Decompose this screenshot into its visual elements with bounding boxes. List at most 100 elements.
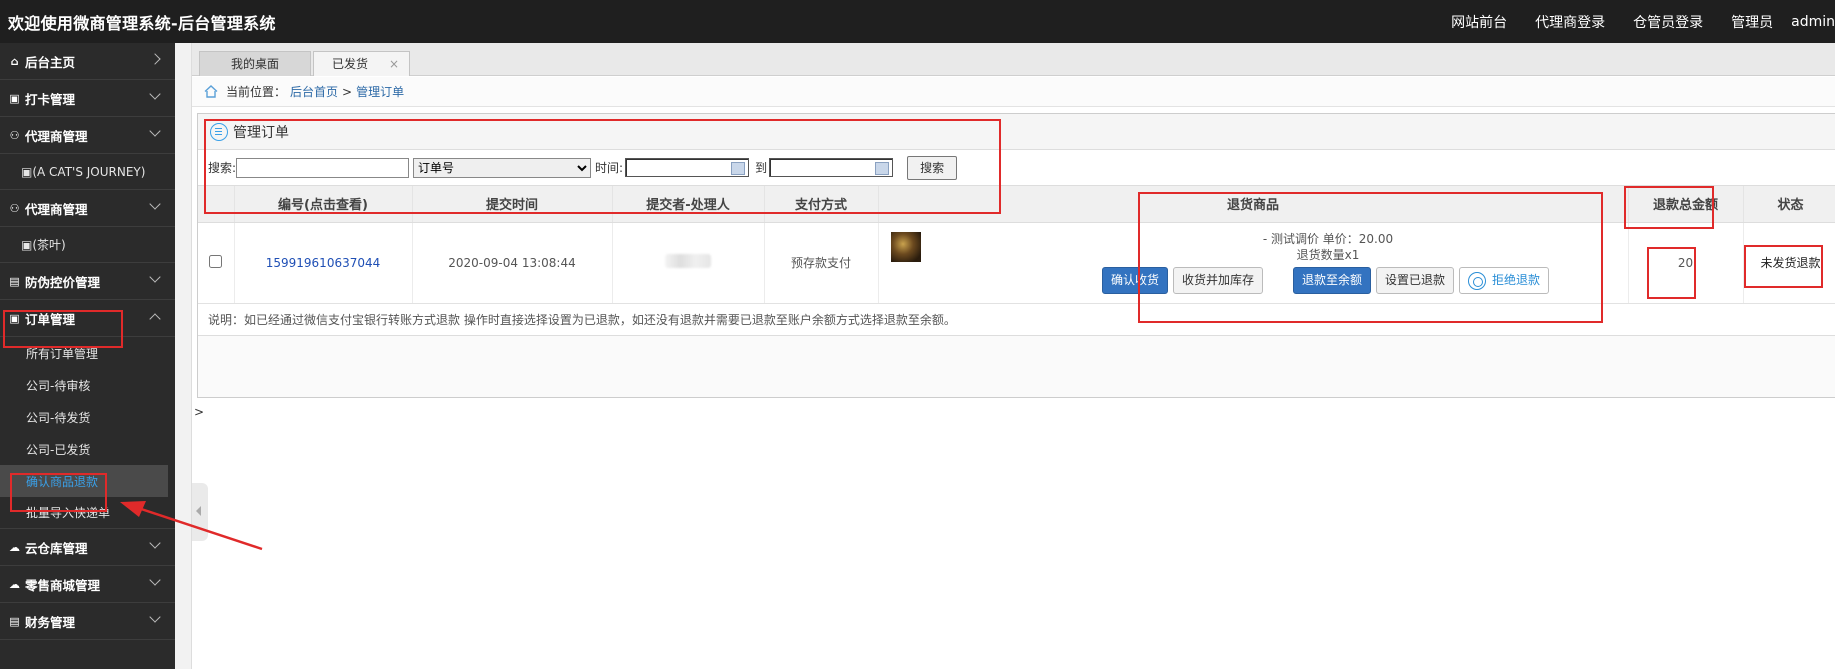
search-field-select[interactable]: 订单号 [413, 157, 592, 178]
sidebar-item-agents-2[interactable]: ⚇ 代理商管理 [0, 190, 175, 227]
returned-goods-cell: - 测试调价 单价：20.00 退货数量x1 确认收货 收货并加库存 退款至余额… [878, 222, 1629, 304]
table-row: 159919610637044 2020-09-04 13:08:44 预存款支… [198, 222, 1835, 304]
chevron-down-icon [149, 271, 161, 283]
sidebar-gutter [175, 43, 208, 669]
top-bar: 欢迎使用微商管理系统-后台管理系统 网站前台 代理商登录 仓管员登录 管理员 a… [0, 0, 1835, 43]
chevron-up-icon [149, 313, 161, 325]
warehouse-login-link[interactable]: 仓管员登录 [1633, 12, 1703, 32]
status-cell: 未发货退款 [1743, 222, 1835, 304]
sidebar-item-label: 财务管理 [25, 614, 76, 630]
top-links: 网站前台 代理商登录 仓管员登录 管理员 admin [1423, 0, 1835, 43]
row-checkbox-cell [198, 222, 235, 304]
admin-role-label: 管理员 [1731, 14, 1774, 31]
sidebar-item-label: 云仓库管理 [25, 540, 88, 556]
header-refund-amount: 退款总金额 [1628, 186, 1744, 223]
header-checkbox-col [198, 186, 235, 223]
chevron-down-icon [149, 611, 161, 623]
sidebar-item-agents[interactable]: ⚇ 代理商管理 [0, 117, 175, 154]
panel-header: 管理订单 [198, 114, 1835, 150]
sidebar-item-anticounterfeit[interactable]: ▤ 防伪控价管理 [0, 263, 175, 300]
home-icon: ⌂ [10, 54, 19, 68]
end-date-input[interactable] [769, 158, 894, 177]
order-no-link[interactable]: 159919610637044 [266, 256, 381, 270]
close-icon[interactable]: × [389, 52, 399, 76]
to-label: 到 [755, 161, 768, 175]
chevron-down-icon [149, 537, 161, 549]
order-panel: 管理订单 搜索: 订单号 时间: 到 搜索 编号(点击查看) 提交时间 提交者-… [197, 113, 1835, 398]
receive-add-stock-button[interactable]: 收货并加库存 [1172, 267, 1263, 294]
orders-table: 编号(点击查看) 提交时间 提交者-处理人 支付方式 退货商品 退款总金额 状态… [198, 186, 1835, 304]
sidebar-item-finance[interactable]: ▤ 财务管理 [0, 603, 175, 640]
header-returned-goods: 退货商品 [878, 186, 1629, 223]
tab-label: 已发货 [332, 57, 369, 71]
sidebar-item-label: 订单管理 [25, 311, 76, 327]
row-checkbox[interactable] [209, 254, 223, 268]
lock-icon: ▣ [9, 311, 20, 325]
id-icon: ▣ [21, 164, 33, 179]
sidebar-sub-confirm-refund[interactable]: 确认商品退款 [0, 465, 168, 497]
sidebar-item-label: (A CAT'S JOURNEY) [32, 164, 146, 179]
sidebar-sub-batch-import[interactable]: 批量导入快递单 [0, 497, 175, 529]
return-qty: 退货数量x1 [1296, 248, 1360, 262]
confirm-receipt-button[interactable]: 确认收货 [1101, 267, 1168, 294]
start-date-input[interactable] [625, 158, 750, 177]
blurred-submitter [665, 254, 711, 268]
site-frontend-link[interactable]: 网站前台 [1451, 12, 1507, 32]
sidebar-sub-shipped[interactable]: 公司-已发货 [0, 433, 175, 465]
panel-title: 管理订单 [233, 124, 289, 141]
sidebar-item-cloud-warehouse[interactable]: ☁ 云仓库管理 [0, 529, 175, 566]
breadcrumb-home-link[interactable]: 后台首页 [290, 83, 338, 100]
sidebar-sub-all-orders[interactable]: 所有订单管理 [0, 337, 175, 369]
search-row: 搜索: 订单号 时间: 到 搜索 [198, 150, 1835, 186]
header-submitter: 提交者-处理人 [612, 186, 765, 223]
tab-my-desktop[interactable]: 我的桌面 [199, 51, 311, 76]
search-input[interactable] [236, 157, 410, 178]
chevron-down-icon [149, 125, 161, 137]
list-icon [210, 122, 228, 141]
mark-refunded-button[interactable]: 设置已退款 [1376, 267, 1455, 294]
header-payment: 支付方式 [764, 186, 879, 223]
admin-user-menu[interactable]: admin [1791, 14, 1835, 30]
time-label: 时间: [595, 161, 624, 175]
sidebar-item-orders[interactable]: ▣ 订单管理 [0, 300, 175, 337]
sidebar-item-label: 零售商城管理 [25, 577, 101, 593]
breadcrumb-prefix: 当前位置： [226, 85, 287, 99]
search-label: 搜索: [208, 161, 237, 175]
sidebar-item-checkin[interactable]: ▣ 打卡管理 [0, 80, 175, 117]
refund-to-balance-button[interactable]: 退款至余额 [1293, 267, 1372, 294]
sidebar-item-cat-journey[interactable]: ▣ (A CAT'S JOURNEY) [0, 154, 175, 190]
refuse-icon [1468, 271, 1487, 290]
sidebar-sub-pending-review[interactable]: 公司-待审核 [0, 369, 175, 401]
breadcrumb-current: 管理订单 [356, 85, 405, 99]
submitter-cell [612, 222, 765, 304]
chevron-down-icon [149, 574, 161, 586]
sidebar-item-label: 后台主页 [25, 54, 76, 70]
refuse-refund-button[interactable]: 拒绝退款 [1459, 267, 1550, 294]
header-status: 状态 [1743, 186, 1835, 223]
finance-icon: ▤ [9, 614, 20, 628]
tab-bar: 我的桌面 已发货 × [192, 43, 1835, 76]
sidebar-item-retail-mall[interactable]: ☁ 零售商城管理 [0, 566, 175, 603]
app-title: 欢迎使用微商管理系统-后台管理系统 [8, 14, 276, 33]
header-submit-time: 提交时间 [412, 186, 613, 223]
sidebar-item-label: 防伪控价管理 [25, 274, 101, 290]
sidebar-item-home[interactable]: ⌂ 后台主页 [0, 43, 175, 80]
breadcrumb-separator: > [342, 84, 353, 99]
user-icon: ⚇ [9, 128, 20, 142]
product-thumbnail[interactable] [890, 231, 921, 262]
chevron-down-icon [149, 198, 161, 210]
breadcrumb: 当前位置： 后台首页 > 管理订单 [192, 77, 1835, 107]
search-button[interactable]: 搜索 [907, 155, 958, 180]
agent-login-link[interactable]: 代理商登录 [1535, 12, 1605, 32]
user-icon: ⚇ [9, 201, 20, 215]
sidebar-collapse-handle[interactable] [192, 483, 208, 541]
lock-icon: ▣ [9, 91, 20, 105]
refund-amount-cell: 20 [1628, 222, 1744, 304]
expand-arrow[interactable]: > [194, 405, 204, 419]
payment-cell: 预存款支付 [764, 222, 879, 304]
sidebar-sub-pending-ship[interactable]: 公司-待发货 [0, 401, 175, 433]
sidebar-item-tea[interactable]: ▣ (茶叶) [0, 227, 175, 263]
tab-shipped[interactable]: 已发货 × [313, 51, 410, 76]
cloud-icon: ☁ [9, 577, 20, 591]
chevron-right-icon [149, 53, 161, 65]
